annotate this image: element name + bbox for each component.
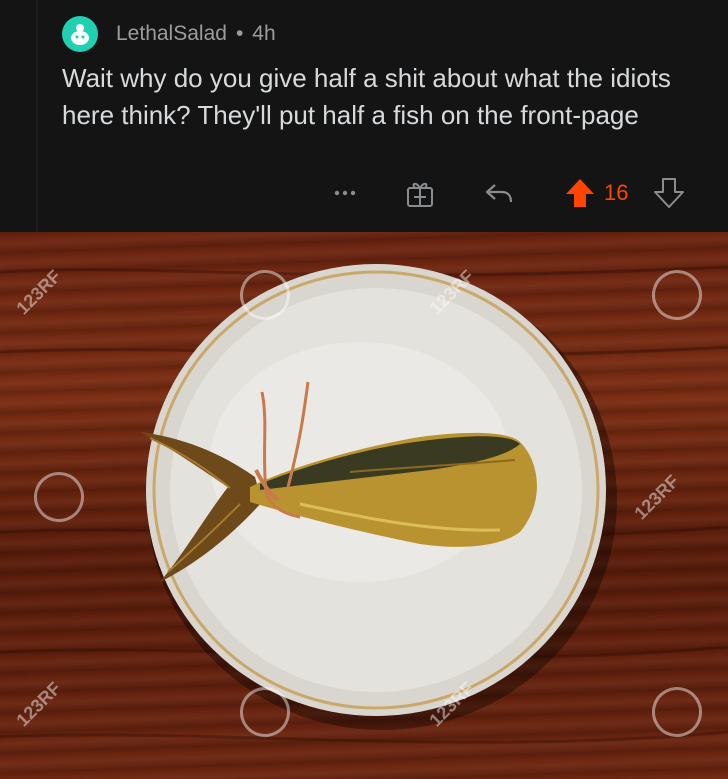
award-icon[interactable]	[403, 176, 437, 210]
username[interactable]: LethalSalad	[116, 22, 227, 46]
comment-card: LethalSalad • 4h Wait why do you give ha…	[0, 0, 728, 232]
downvote-icon[interactable]	[652, 176, 686, 210]
separator-dot: •	[235, 22, 244, 45]
reply-icon[interactable]	[482, 176, 516, 210]
timestamp: 4h	[252, 22, 276, 45]
vote-score: 16	[604, 180, 629, 205]
comment-header: LethalSalad • 4h	[62, 14, 276, 54]
comment-actions: 16	[0, 174, 728, 212]
more-icon[interactable]	[330, 178, 360, 208]
post-image[interactable]: 123RF 123RF 123RF 123RF 123RF	[0, 232, 728, 779]
avatar[interactable]	[62, 16, 98, 52]
comment-body: Wait why do you give half a shit about w…	[62, 63, 671, 130]
upvote-icon[interactable]	[563, 176, 597, 210]
